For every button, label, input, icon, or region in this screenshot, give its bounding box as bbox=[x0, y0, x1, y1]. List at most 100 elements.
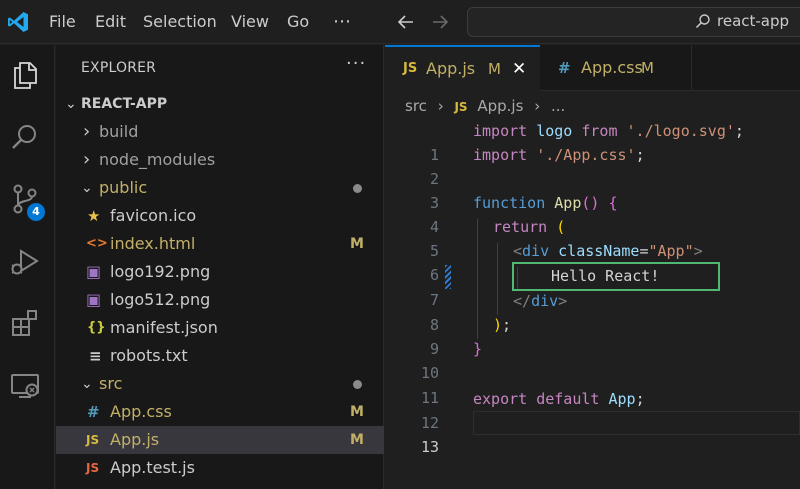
punctuation: > bbox=[693, 242, 703, 260]
tree-item-robots[interactable]: ≡ robots.txt bbox=[56, 342, 384, 370]
chevron-down-icon: ⌄ bbox=[81, 376, 93, 392]
menu-file[interactable]: File bbox=[49, 0, 76, 44]
modified-dot-icon bbox=[353, 380, 362, 389]
vscode-logo-icon[interactable] bbox=[6, 10, 30, 34]
extensions-icon[interactable] bbox=[9, 307, 41, 339]
source-control-badge: 4 bbox=[27, 203, 45, 221]
code-line-13: 13 bbox=[385, 411, 800, 456]
js-file-icon: JS bbox=[86, 433, 100, 447]
image-file-icon: ▣ bbox=[86, 262, 102, 281]
chevron-down-icon: ⌄ bbox=[81, 180, 93, 196]
keyword: import bbox=[473, 146, 528, 164]
keyword: function bbox=[473, 194, 546, 212]
string: './logo.svg' bbox=[617, 122, 735, 140]
tree-item-logo512[interactable]: ▣ logo512.png bbox=[56, 286, 384, 314]
menu-selection[interactable]: Selection bbox=[143, 0, 217, 44]
explorer-title: EXPLORER bbox=[81, 60, 157, 76]
tree-item-favicon[interactable]: ★ favicon.ico bbox=[56, 202, 384, 230]
remote-explorer-icon[interactable] bbox=[9, 369, 41, 401]
tree-item-index-html[interactable]: <> index.html M bbox=[56, 230, 384, 258]
function-name: App bbox=[545, 194, 582, 212]
punctuation: ; bbox=[734, 122, 744, 140]
code-line-5: 5 return ( bbox=[385, 215, 800, 260]
tree-item-logo192[interactable]: ▣ logo192.png bbox=[56, 258, 384, 286]
explorer-sidebar: EXPLORER ··· ⌄ REACT-APP › build › node_… bbox=[56, 45, 384, 489]
run-debug-icon[interactable] bbox=[9, 245, 41, 277]
tree-item-manifest[interactable]: {} manifest.json bbox=[56, 314, 384, 342]
identifier: logo bbox=[527, 122, 582, 140]
tree-item-label: App.js bbox=[110, 430, 160, 449]
code-line-10: 10 } bbox=[385, 337, 800, 382]
punctuation: < bbox=[513, 242, 523, 260]
chevron-right-icon: › bbox=[83, 149, 91, 170]
punctuation: > bbox=[558, 292, 568, 310]
string: "App" bbox=[648, 242, 694, 260]
code-line-3: 3 bbox=[385, 167, 800, 212]
tree-root-react-app[interactable]: ⌄ REACT-APP bbox=[56, 90, 384, 118]
punctuation: ; bbox=[502, 316, 512, 334]
search-activity-icon[interactable] bbox=[9, 121, 41, 153]
image-file-icon: ▣ bbox=[86, 290, 102, 309]
code-line-4: 4 function App() { bbox=[385, 191, 800, 236]
jsx-tag: div bbox=[522, 242, 550, 260]
tree-item-label: App.css bbox=[110, 402, 172, 421]
modified-status: M bbox=[350, 432, 364, 448]
star-file-icon: ★ bbox=[87, 207, 101, 225]
menu-go[interactable]: Go bbox=[287, 0, 309, 44]
html-file-icon: <> bbox=[86, 236, 108, 251]
tree-item-label: App.test.js bbox=[110, 458, 195, 477]
tree-item-label: logo512.png bbox=[110, 290, 211, 309]
tree-item-label: node_modules bbox=[99, 150, 216, 169]
css-file-icon: # bbox=[87, 403, 100, 421]
punctuation: ; bbox=[635, 390, 645, 408]
json-file-icon: {} bbox=[87, 320, 106, 335]
code-line-1: 1 import logo from './logo.svg'; bbox=[385, 119, 800, 164]
tree-item-label: robots.txt bbox=[110, 346, 188, 365]
menu-edit[interactable]: Edit bbox=[95, 0, 126, 44]
test-js-file-icon: JS bbox=[86, 461, 100, 475]
string: './App.css' bbox=[527, 146, 636, 164]
keyword: default bbox=[527, 390, 600, 408]
code-line-8: 8 </div> bbox=[385, 289, 800, 334]
menu-more[interactable]: ⋯ bbox=[333, 0, 351, 44]
chevron-down-icon: ⌄ bbox=[65, 96, 77, 112]
explorer-files-icon[interactable] bbox=[9, 59, 41, 91]
code-line-12: 12 export default App; bbox=[385, 387, 800, 432]
parens: () bbox=[581, 194, 600, 212]
keyword: return bbox=[493, 218, 548, 236]
jsx-tag: div bbox=[531, 292, 559, 310]
punctuation: </ bbox=[513, 292, 532, 310]
tree-item-build[interactable]: › build bbox=[56, 118, 384, 146]
keyword: from bbox=[581, 122, 618, 140]
brace: } bbox=[473, 340, 483, 358]
tree-item-label: src bbox=[99, 374, 123, 393]
tree-item-label: build bbox=[99, 122, 139, 141]
root-folder-label: REACT-APP bbox=[81, 96, 168, 112]
chevron-right-icon: › bbox=[83, 121, 91, 142]
line-number: 13 bbox=[420, 438, 439, 456]
menu-view[interactable]: View bbox=[231, 0, 269, 44]
tree-item-label: index.html bbox=[110, 234, 196, 253]
jsx-attribute: className bbox=[549, 242, 640, 260]
brace: { bbox=[599, 194, 618, 212]
tree-item-label: logo192.png bbox=[110, 262, 211, 281]
code-line-9: 9 ); bbox=[385, 313, 800, 358]
tree-item-app-css[interactable]: # App.css M bbox=[56, 398, 384, 426]
modified-status: M bbox=[350, 236, 364, 252]
code-line-2: 2 import './App.css'; bbox=[385, 143, 800, 188]
tree-item-label: favicon.ico bbox=[110, 206, 197, 225]
tree-item-app-test-js[interactable]: JS App.test.js bbox=[56, 454, 384, 482]
parens: ( bbox=[547, 218, 566, 236]
modified-dot-icon bbox=[353, 184, 362, 193]
tree-item-public[interactable]: ⌄ public bbox=[56, 174, 384, 202]
identifier: App bbox=[599, 390, 636, 408]
tree-item-app-js[interactable]: JS App.js M bbox=[56, 426, 384, 454]
tree-item-src[interactable]: ⌄ src bbox=[56, 370, 384, 398]
code-editor[interactable]: 1 import logo from './logo.svg'; 2 impor… bbox=[385, 0, 800, 489]
modified-line-gutter-marker[interactable] bbox=[445, 265, 451, 289]
tree-item-label: public bbox=[99, 178, 148, 197]
explorer-more-button[interactable]: ··· bbox=[346, 53, 366, 74]
tree-item-label: manifest.json bbox=[110, 318, 218, 337]
parens: ) bbox=[493, 316, 503, 334]
tree-item-node-modules[interactable]: › node_modules bbox=[56, 146, 384, 174]
